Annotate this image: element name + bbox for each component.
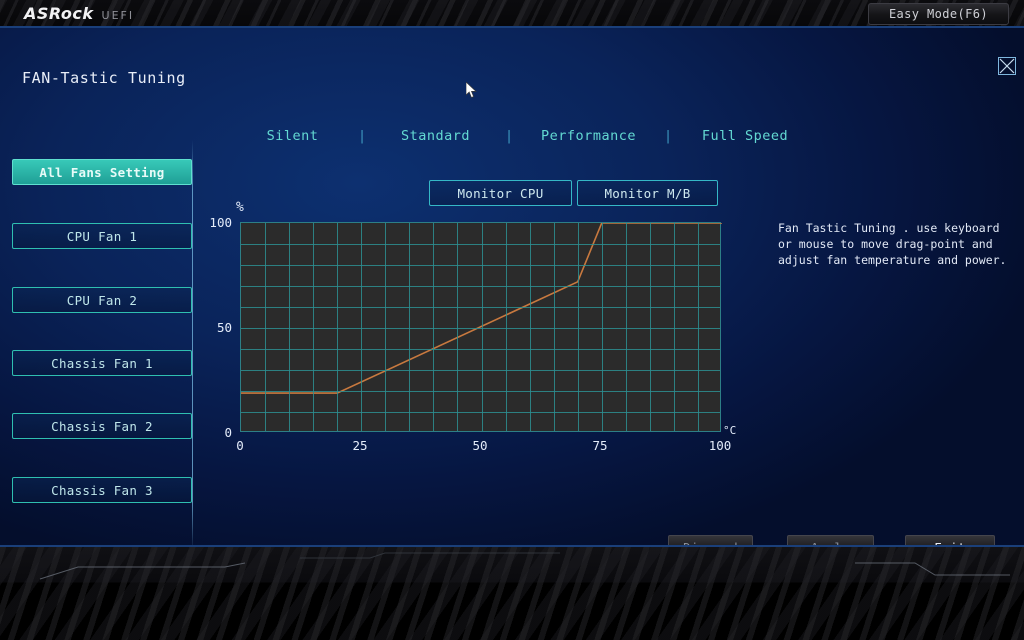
mouse-cursor-icon bbox=[465, 81, 478, 104]
grid-line-vertical bbox=[289, 223, 291, 431]
grid-line-horizontal bbox=[241, 286, 720, 287]
grid-line-vertical bbox=[385, 223, 387, 431]
preset-separator-1: | bbox=[358, 128, 366, 144]
x-tick-50: 50 bbox=[472, 438, 488, 453]
help-text: Fan Tastic Tuning . use keyboard or mous… bbox=[778, 221, 1007, 267]
preset-tab-performance[interactable]: Performance bbox=[526, 128, 651, 144]
x-tick-25: 25 bbox=[352, 438, 368, 453]
footer-decoration bbox=[39, 552, 1010, 580]
sidebar-item-chassis-fan-2[interactable]: Chassis Fan 2 bbox=[12, 413, 192, 439]
page-title: FAN-Tastic Tuning bbox=[22, 69, 186, 87]
preset-tab-silent[interactable]: Silent bbox=[240, 128, 345, 144]
brand-name: ASRock bbox=[24, 4, 94, 23]
grid-line-vertical bbox=[649, 223, 651, 431]
sidebar-item-all-fans-setting[interactable]: All Fans Setting bbox=[12, 159, 192, 185]
grid-line-horizontal bbox=[241, 370, 720, 371]
x-tick-0: 0 bbox=[236, 438, 244, 453]
sidebar-item-cpu-fan-1[interactable]: CPU Fan 1 bbox=[12, 223, 192, 249]
grid-line-horizontal bbox=[241, 307, 720, 308]
x-axis-unit-label: °C bbox=[723, 424, 737, 437]
brand-logo: ASRock UEFI bbox=[24, 4, 134, 23]
grid-line-horizontal bbox=[241, 328, 720, 329]
grid-line-vertical bbox=[625, 223, 627, 431]
fan-selector-sidebar: All Fans Setting CPU Fan 1 CPU Fan 2 Cha… bbox=[6, 146, 192, 531]
preset-tab-full-speed[interactable]: Full Speed bbox=[685, 128, 805, 144]
grid-line-vertical bbox=[505, 223, 507, 431]
grid-line-horizontal bbox=[241, 265, 720, 266]
sidebar-item-chassis-fan-3[interactable]: Chassis Fan 3 bbox=[12, 477, 192, 503]
uefi-screen: ASRock UEFI Easy Mode(F6) FAN-Tastic Tun… bbox=[0, 0, 1024, 640]
x-tick-100: 100 bbox=[708, 438, 732, 453]
y-tick-100: 100 bbox=[209, 215, 232, 230]
brand-subtitle: UEFI bbox=[101, 9, 135, 22]
grid-line-vertical bbox=[457, 223, 459, 431]
sidebar-divider bbox=[192, 140, 193, 551]
sidebar-item-chassis-fan-1[interactable]: Chassis Fan 1 bbox=[12, 350, 192, 376]
grid-line-horizontal bbox=[241, 244, 720, 245]
grid-line-vertical bbox=[697, 223, 699, 431]
preset-tab-standard[interactable]: Standard bbox=[379, 128, 492, 144]
grid-line-vertical bbox=[265, 223, 267, 431]
sidebar-item-cpu-fan-2[interactable]: CPU Fan 2 bbox=[12, 287, 192, 313]
app-header: ASRock UEFI Easy Mode(F6) bbox=[0, 0, 1024, 28]
grid-line-vertical bbox=[529, 223, 531, 431]
fan-curve-plot-area[interactable] bbox=[240, 222, 721, 432]
grid-line-vertical bbox=[481, 223, 483, 431]
app-footer: English Thu 10/05/2023. 03:11:18 bbox=[0, 545, 1024, 640]
grid-line-vertical bbox=[409, 223, 411, 431]
preset-separator-2: | bbox=[505, 128, 513, 144]
preset-separator-3: | bbox=[664, 128, 672, 144]
main-panel: FAN-Tastic Tuning All Fans Setting CPU F… bbox=[0, 28, 1024, 560]
x-tick-75: 75 bbox=[592, 438, 608, 453]
grid-line-horizontal bbox=[241, 391, 720, 392]
fan-curve-chart: % °C 100 50 0 0 25 50 75 100 bbox=[209, 200, 750, 458]
grid-line-horizontal bbox=[241, 412, 720, 413]
easy-mode-button[interactable]: Easy Mode(F6) bbox=[868, 3, 1009, 25]
close-icon[interactable] bbox=[998, 57, 1016, 75]
grid-line-horizontal bbox=[241, 349, 720, 350]
grid-line-vertical bbox=[433, 223, 435, 431]
grid-line-vertical bbox=[313, 223, 315, 431]
fan-preset-tabs: Silent | Standard | Performance | Full S… bbox=[240, 124, 840, 148]
grid-line-vertical bbox=[601, 223, 603, 431]
y-tick-50: 50 bbox=[216, 320, 232, 335]
grid-line-vertical bbox=[673, 223, 675, 431]
y-axis-unit-label: % bbox=[236, 200, 244, 215]
grid-line-vertical bbox=[361, 223, 363, 431]
grid-line-vertical bbox=[337, 223, 339, 431]
grid-line-vertical bbox=[553, 223, 555, 431]
grid-line-vertical bbox=[577, 223, 579, 431]
